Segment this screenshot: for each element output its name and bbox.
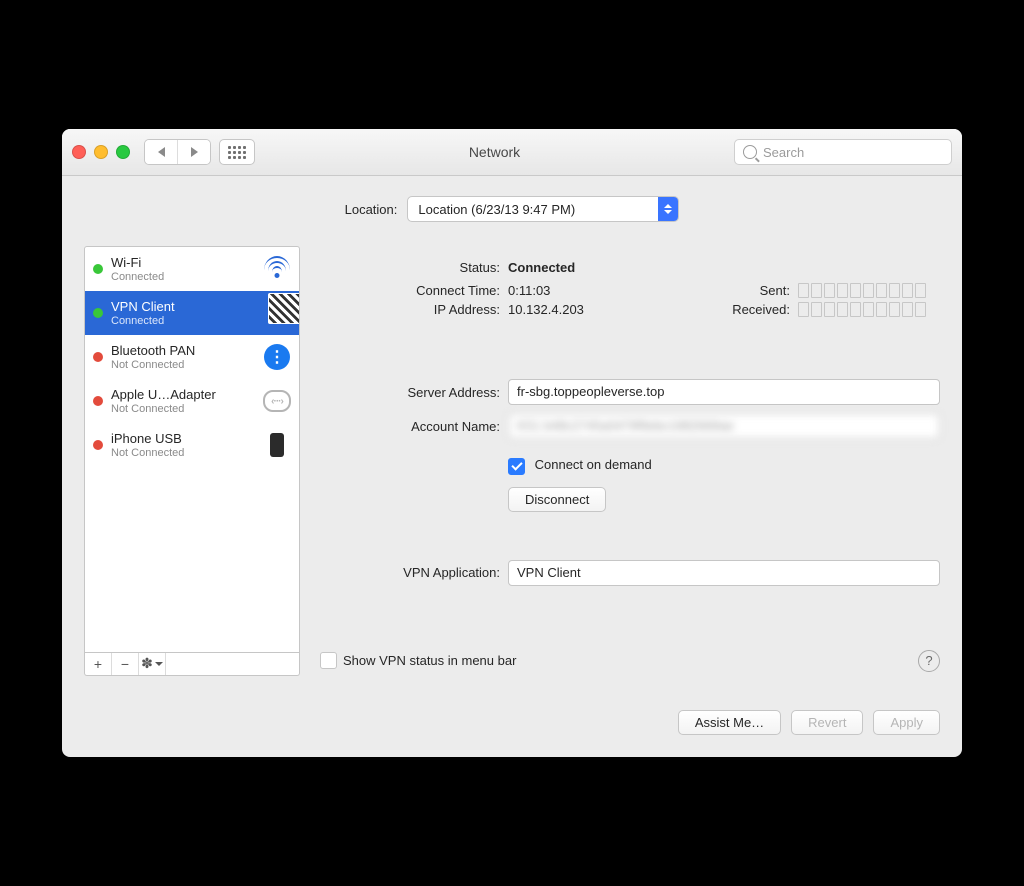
server-address-field[interactable]: fr-sbg.toppeopleverse.top — [508, 379, 940, 405]
minimize-window-button[interactable] — [94, 145, 108, 159]
popup-arrows-icon — [658, 197, 678, 221]
chevron-left-icon — [158, 147, 165, 157]
service-item-bluetooth-pan[interactable]: Bluetooth PAN Not Connected ⋮ — [85, 335, 299, 379]
ethernet-icon: ‹···› — [263, 387, 291, 415]
service-status: Not Connected — [111, 447, 255, 460]
account-name-field[interactable]: K51 b48c2745a0479f9ebc1982669ae — [508, 413, 940, 439]
service-status: Not Connected — [111, 403, 255, 416]
grid-icon — [228, 146, 246, 159]
nav-segmented — [144, 139, 211, 165]
service-status: Not Connected — [111, 359, 255, 372]
ip-address-value: 10.132.4.203 — [508, 302, 720, 317]
add-service-button[interactable]: + — [85, 653, 112, 675]
status-led-icon — [93, 396, 103, 406]
sidebar-toolbar: + − ✽ — [84, 653, 300, 676]
service-item-apple-usb-adapter[interactable]: Apple U…Adapter Not Connected ‹···› — [85, 379, 299, 423]
vpn-application-label: VPN Application: — [320, 565, 508, 580]
sidebar: Wi-Fi Connected VPN Client Connected — [84, 246, 300, 675]
status-led-icon — [93, 308, 103, 318]
service-status: Connected — [111, 271, 255, 284]
service-actions-menu[interactable]: ✽ — [139, 653, 166, 675]
revert-button[interactable]: Revert — [791, 710, 863, 735]
wifi-icon — [263, 255, 291, 283]
service-name: Apple U…Adapter — [111, 387, 255, 403]
status-led-icon — [93, 352, 103, 362]
location-row: Location: Location (6/23/13 9:47 PM) — [62, 176, 962, 246]
show-vpn-status-label: Show VPN status in menu bar — [343, 653, 516, 668]
show-all-button[interactable] — [219, 139, 255, 165]
help-button[interactable]: ? — [918, 650, 940, 672]
sent-label: Sent: — [720, 283, 798, 298]
ip-address-label: IP Address: — [320, 302, 508, 317]
service-item-iphone-usb[interactable]: iPhone USB Not Connected — [85, 423, 299, 467]
service-name: VPN Client — [111, 299, 255, 315]
connect-on-demand-checkbox[interactable] — [508, 458, 525, 475]
assist-me-button[interactable]: Assist Me… — [678, 710, 781, 735]
service-name: iPhone USB — [111, 431, 255, 447]
location-value: Location (6/23/13 9:47 PM) — [408, 202, 658, 217]
search-icon — [743, 145, 757, 159]
connect-on-demand-label: Connect on demand — [535, 457, 652, 472]
location-label: Location: — [345, 202, 398, 217]
service-item-vpn-client[interactable]: VPN Client Connected — [85, 291, 299, 335]
bluetooth-icon: ⋮ — [263, 343, 291, 371]
status-led-icon — [93, 440, 103, 450]
iphone-icon — [263, 431, 291, 459]
received-meter-icon — [798, 302, 940, 317]
titlebar: Network Search — [62, 129, 962, 176]
chevron-right-icon — [191, 147, 198, 157]
footer: Assist Me… Revert Apply — [62, 694, 962, 757]
server-address-label: Server Address: — [320, 385, 508, 400]
location-popup[interactable]: Location (6/23/13 9:47 PM) — [407, 196, 679, 222]
connect-time-value: 0:11:03 — [508, 283, 720, 298]
network-preferences-window: Network Search Location: Location (6/23/… — [62, 129, 962, 756]
status-value: Connected — [508, 260, 940, 275]
search-placeholder: Search — [763, 145, 804, 160]
window-controls — [72, 145, 130, 159]
service-status: Connected — [111, 315, 255, 328]
close-window-button[interactable] — [72, 145, 86, 159]
forward-button[interactable] — [177, 140, 210, 164]
received-label: Received: — [720, 302, 798, 317]
remove-service-button[interactable]: − — [112, 653, 139, 675]
status-led-icon — [93, 264, 103, 274]
show-vpn-status-checkbox[interactable] — [320, 652, 337, 669]
status-label: Status: — [320, 260, 508, 275]
account-name-label: Account Name: — [320, 419, 508, 434]
lock-icon — [263, 299, 291, 327]
service-name: Wi-Fi — [111, 255, 255, 271]
back-button[interactable] — [145, 140, 177, 164]
search-field[interactable]: Search — [734, 139, 952, 165]
vpn-application-field[interactable]: VPN Client — [508, 560, 940, 586]
disconnect-button[interactable]: Disconnect — [508, 487, 606, 512]
window-title: Network — [263, 144, 726, 160]
detail-panel: Status: Connected Connect Time: 0:11:03 … — [320, 246, 940, 675]
service-name: Bluetooth PAN — [111, 343, 255, 359]
apply-button[interactable]: Apply — [873, 710, 940, 735]
service-list: Wi-Fi Connected VPN Client Connected — [84, 246, 300, 652]
body: Wi-Fi Connected VPN Client Connected — [62, 246, 962, 693]
service-item-wifi[interactable]: Wi-Fi Connected — [85, 247, 299, 291]
sent-meter-icon — [798, 283, 940, 298]
zoom-window-button[interactable] — [116, 145, 130, 159]
connect-time-label: Connect Time: — [320, 283, 508, 298]
